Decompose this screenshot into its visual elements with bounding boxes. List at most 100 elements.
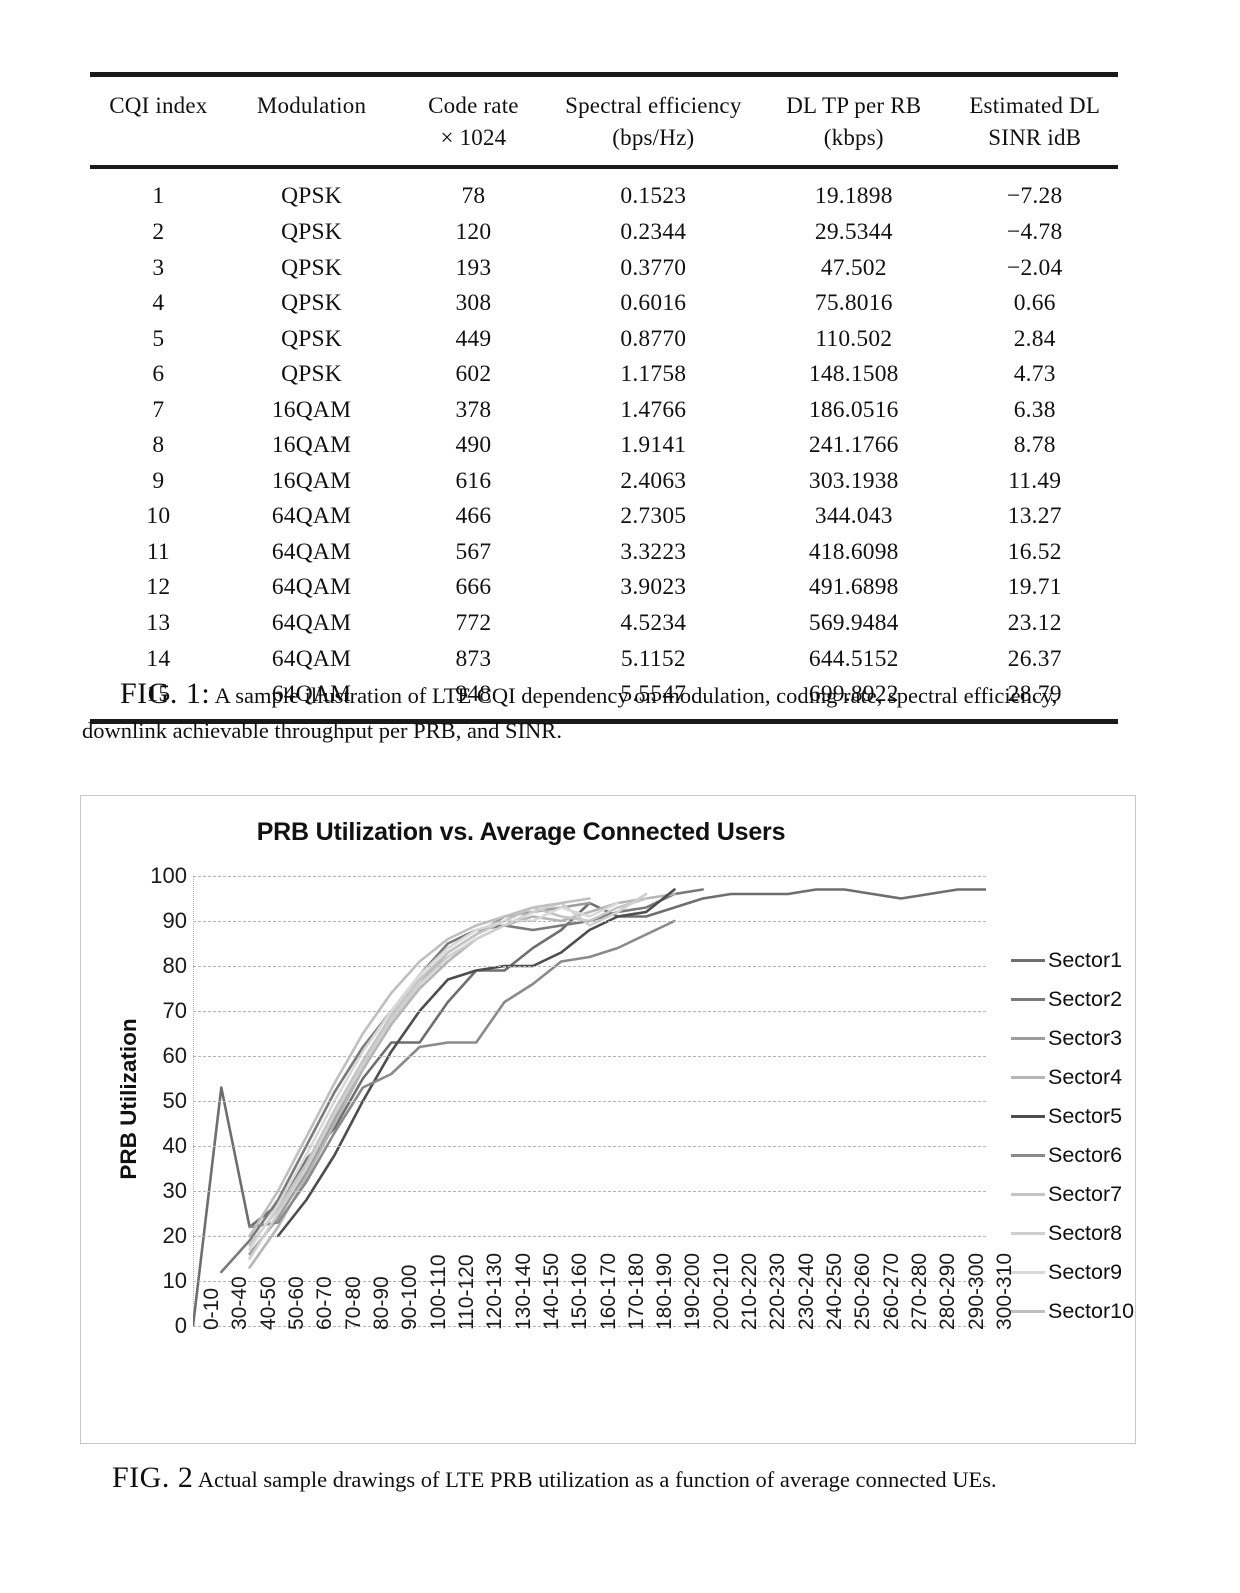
- legend-label: Sector9: [1048, 1260, 1123, 1284]
- x-axis-tick-label: 220-230: [766, 1252, 790, 1330]
- cell-modulation: 64QAM: [271, 538, 352, 565]
- x-axis-tick-label: 180-190: [653, 1252, 677, 1330]
- cqi-table-body-wrap: 1 QPSK 78 0.1523 19.1898 −7.28 2 QPSK 120 0.2344 2…: [90, 169, 1118, 718]
- y-axis-tick-labels: 0 10 20 30 40 50 60 70 80 90 100: [101, 863, 187, 1338]
- y-axis-tick-label: 20: [162, 1223, 187, 1248]
- figure-2-caption: FIG. 2 Actual sample drawings of LTE PRB…: [112, 1456, 1132, 1499]
- y-axis-tick-label: 40: [162, 1133, 187, 1158]
- x-axis-tick-label: 170-180: [624, 1252, 648, 1330]
- prb-utilization-chart: PRB Utilization vs. Average Connected Us…: [80, 795, 1136, 1444]
- gridline: [193, 1056, 986, 1057]
- legend-label: Sector8: [1048, 1221, 1123, 1245]
- legend-item-sector6[interactable]: Sector6: [1011, 1136, 1137, 1175]
- cell-estimated-dl-sinr: 23.12: [1007, 610, 1062, 637]
- x-axis-tick-label: 280-290: [936, 1252, 960, 1330]
- table-row: 10 64QAM 466 2.7305 344.043 13.27: [90, 499, 1118, 535]
- y-axis-tick-label: 100: [150, 863, 187, 888]
- cell-code-rate: 602: [455, 361, 492, 388]
- table-row: 8 16QAM 490 1.9141 241.1766 8.78: [90, 428, 1118, 464]
- cell-code-rate: 120: [455, 219, 492, 246]
- cell-modulation: 16QAM: [271, 432, 352, 459]
- cell-modulation: 64QAM: [271, 574, 352, 601]
- cqi-table-section: CQI index Modulation Code rate Spectral …: [90, 72, 1118, 724]
- y-axis-tick-label: 80: [162, 953, 187, 978]
- cell-estimated-dl-sinr: 2.84: [1013, 325, 1056, 352]
- gridline: [193, 1236, 986, 1237]
- x-axis-tick-label: 120-130: [483, 1252, 507, 1330]
- table-row: 3 QPSK 193 0.3770 47.502 −2.04: [90, 250, 1118, 286]
- cell-estimated-dl-sinr: 16.52: [1007, 538, 1062, 565]
- x-axis-tick-label: 250-260: [851, 1252, 875, 1330]
- legend-label: Sector7: [1048, 1182, 1123, 1206]
- cell-dl-tp-per-rb: 303.1938: [808, 467, 899, 494]
- legend-swatch-icon: [1011, 1193, 1045, 1196]
- cell-spectral-efficiency: 1.1758: [620, 361, 687, 388]
- x-axis-tick-label: 230-240: [794, 1252, 818, 1330]
- cell-code-rate: 193: [455, 254, 492, 281]
- x-axis-tick-labels: 0-10 30-40 40-50 50-60 60-70 70-80 80-90 90-100…: [193, 1253, 1016, 1442]
- cell-cqi-index: 13: [146, 610, 171, 637]
- legend-item-sector10[interactable]: Sector10: [1011, 1292, 1137, 1331]
- cell-cqi-index: 7: [152, 396, 165, 423]
- cell-code-rate: 466: [455, 503, 492, 530]
- cell-modulation: QPSK: [281, 183, 342, 210]
- column-header-code-rate: Code rate: [428, 93, 519, 118]
- cell-spectral-efficiency: 0.6016: [620, 290, 687, 317]
- table-row: 2 QPSK 120 0.2344 29.5344 −4.78: [90, 215, 1118, 251]
- cell-cqi-index: 10: [146, 503, 171, 530]
- cell-spectral-efficiency: 1.9141: [620, 432, 687, 459]
- cell-estimated-dl-sinr: 11.49: [1008, 467, 1062, 494]
- cell-cqi-index: 1: [152, 183, 165, 210]
- legend-label: Sector3: [1048, 1026, 1123, 1050]
- cell-modulation: QPSK: [281, 254, 342, 281]
- gridline: [193, 1101, 986, 1102]
- x-axis-tick-label: 160-170: [596, 1252, 620, 1330]
- series-line-sector5: [276, 888, 676, 1238]
- figure-1-label: FIG. 1:: [120, 677, 211, 710]
- x-axis-tick-label: 100-110: [426, 1254, 450, 1330]
- cell-cqi-index: 8: [152, 432, 165, 459]
- cell-dl-tp-per-rb: 75.8016: [814, 290, 893, 317]
- cell-spectral-efficiency: 1.4766: [620, 396, 687, 423]
- cell-cqi-index: 11: [146, 538, 170, 565]
- table-row: 11 64QAM 567 3.3223 418.6098 16.52: [90, 534, 1118, 570]
- cell-dl-tp-per-rb: 491.6898: [808, 574, 899, 601]
- cell-estimated-dl-sinr: −4.78: [1007, 219, 1063, 246]
- cell-modulation: 16QAM: [271, 396, 352, 423]
- cell-spectral-efficiency: 3.3223: [620, 538, 687, 565]
- x-axis-tick-label: 40-50: [256, 1276, 280, 1330]
- x-axis-tick-label: 30-40: [228, 1276, 252, 1330]
- x-axis-tick-label: 290-300: [964, 1252, 988, 1330]
- cell-dl-tp-per-rb: 47.502: [820, 254, 887, 281]
- legend-swatch-icon: [1011, 959, 1045, 962]
- legend-item-sector5[interactable]: Sector5: [1011, 1097, 1137, 1136]
- legend-item-sector2[interactable]: Sector2: [1011, 980, 1137, 1019]
- x-axis-tick-label: 150-160: [568, 1252, 592, 1330]
- cell-dl-tp-per-rb: 186.0516: [808, 396, 899, 423]
- legend-item-sector3[interactable]: Sector3: [1011, 1019, 1137, 1058]
- column-header-spectral-efficiency: Spectral efficiency: [565, 93, 742, 118]
- x-axis-tick-label: 270-280: [908, 1252, 932, 1330]
- cell-modulation: QPSK: [281, 219, 342, 246]
- x-axis-tick-label: 110-120: [454, 1254, 478, 1330]
- column-subheader-cqi-index: [90, 122, 227, 166]
- legend-swatch-icon: [1011, 1154, 1045, 1157]
- cell-estimated-dl-sinr: 13.27: [1007, 503, 1062, 530]
- legend-item-sector9[interactable]: Sector9: [1011, 1253, 1137, 1292]
- legend-item-sector1[interactable]: Sector1: [1011, 941, 1137, 980]
- column-subheader-modulation: [227, 122, 397, 166]
- cell-dl-tp-per-rb: 29.5344: [814, 219, 893, 246]
- y-axis-tick-label: 90: [162, 908, 187, 933]
- cell-spectral-efficiency: 2.7305: [620, 503, 687, 530]
- cell-spectral-efficiency: 4.5234: [620, 610, 687, 637]
- legend-item-sector4[interactable]: Sector4: [1011, 1058, 1137, 1097]
- column-header-modulation: Modulation: [256, 93, 367, 118]
- legend-label: Sector5: [1048, 1104, 1123, 1128]
- cell-modulation: 64QAM: [271, 503, 352, 530]
- table-row: 7 16QAM 378 1.4766 186.0516 6.38: [90, 392, 1118, 428]
- x-axis-tick-label: 190-200: [681, 1252, 705, 1330]
- legend-item-sector7[interactable]: Sector7: [1011, 1175, 1137, 1214]
- cell-estimated-dl-sinr: −2.04: [1007, 254, 1063, 281]
- series-line-sector9: [248, 901, 620, 1251]
- legend-item-sector8[interactable]: Sector8: [1011, 1214, 1137, 1253]
